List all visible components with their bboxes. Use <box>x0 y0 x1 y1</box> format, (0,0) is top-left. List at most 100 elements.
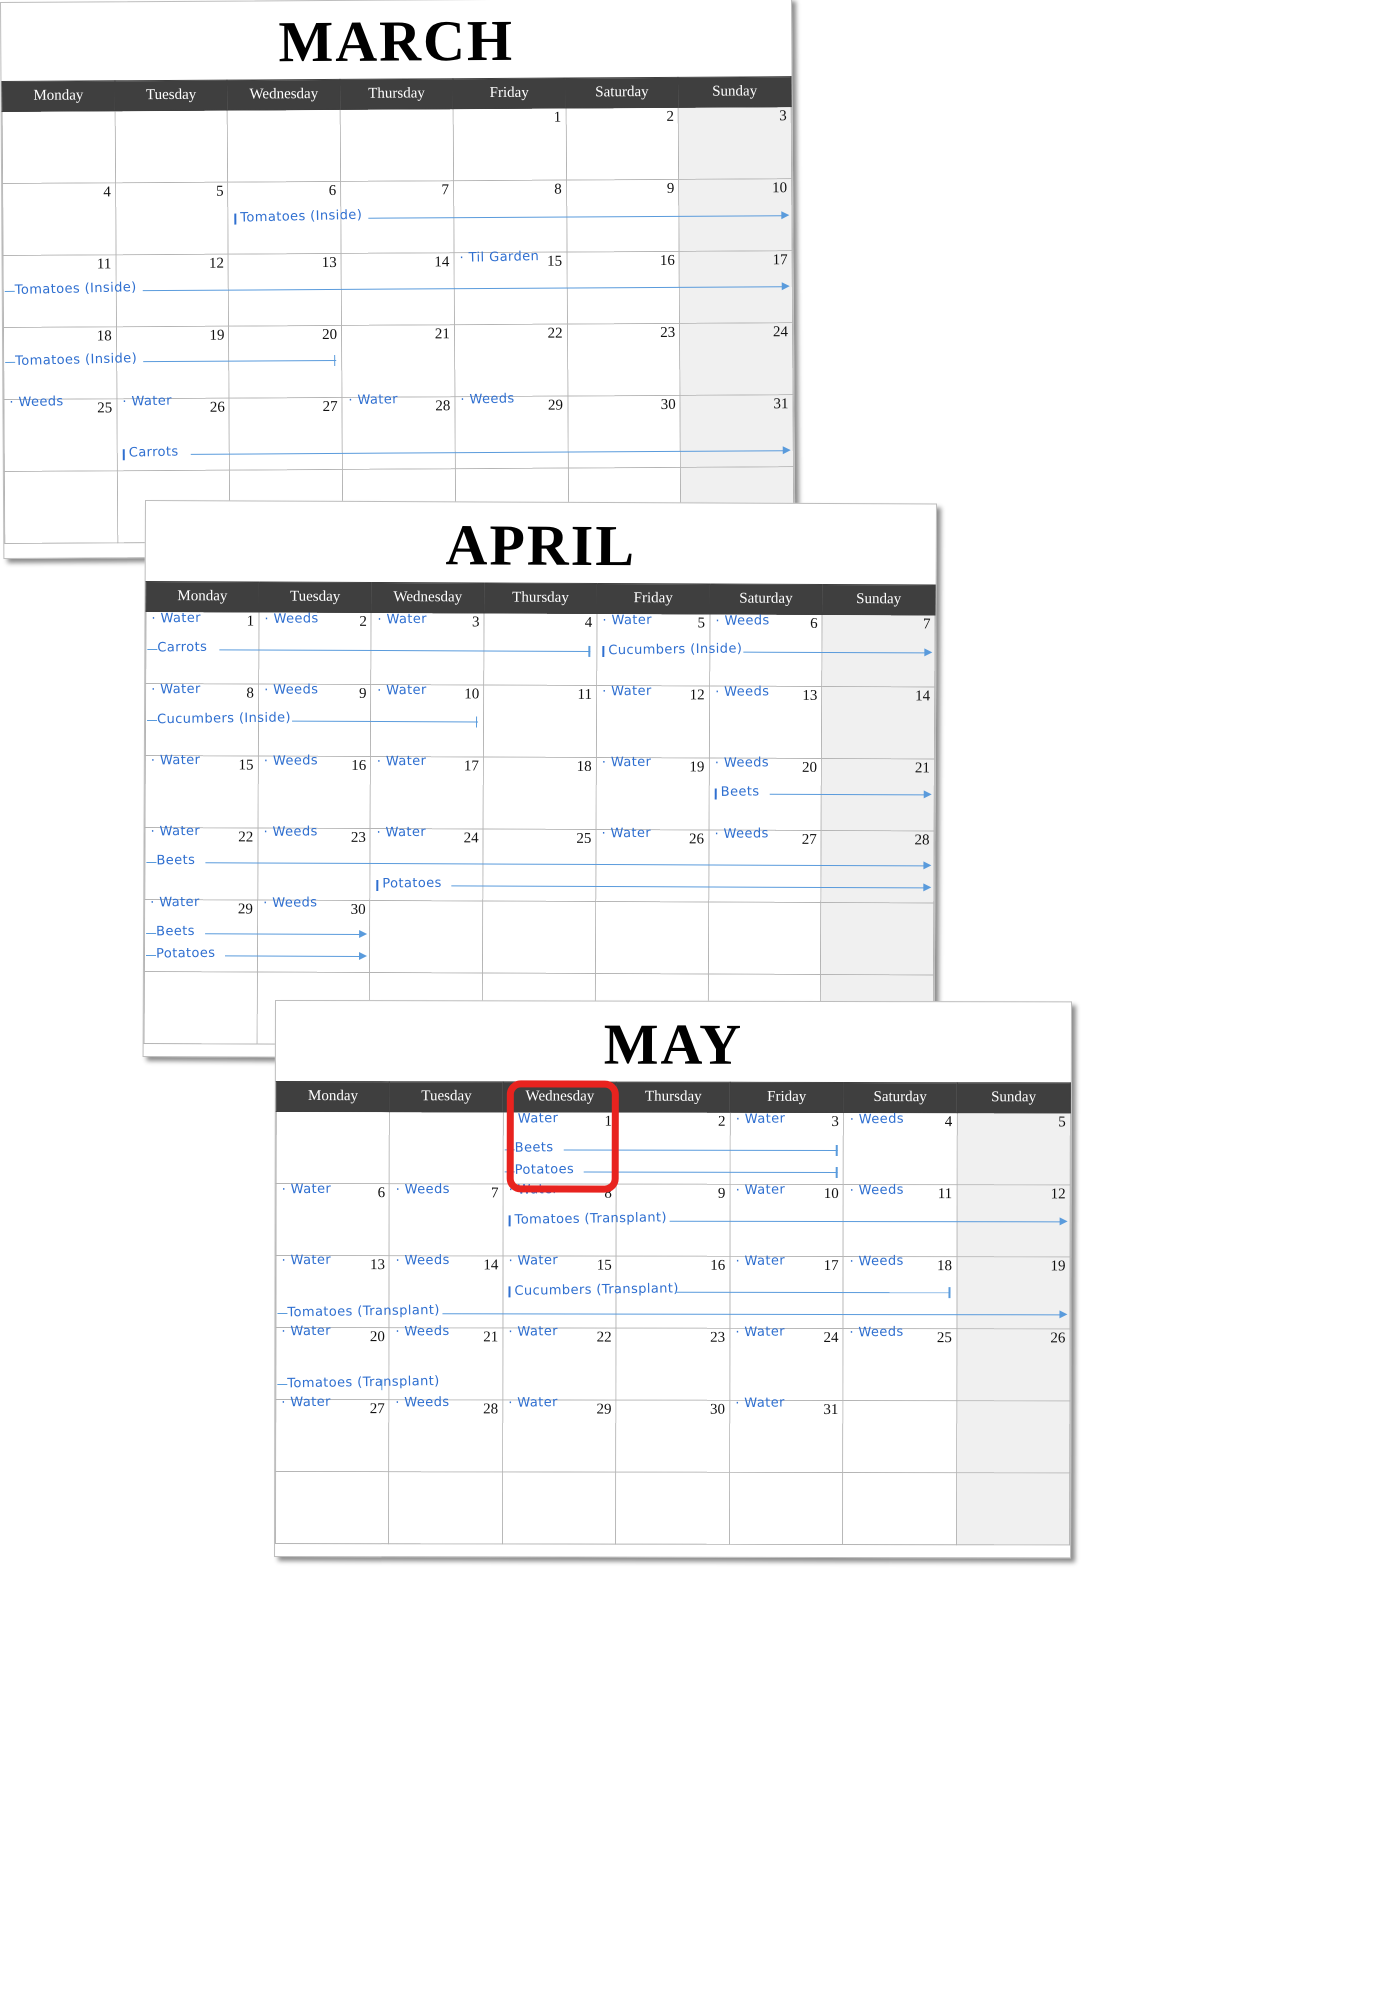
day-cell-16[interactable]: 16 <box>257 755 371 829</box>
day-cell-7[interactable]: 7 <box>821 614 936 687</box>
day-cell-empty[interactable] <box>729 1472 843 1545</box>
day-cell-22[interactable]: 22 <box>144 827 258 900</box>
day-cell-18[interactable]: 18 <box>3 326 117 400</box>
day-cell-3[interactable]: 3 <box>729 1112 844 1185</box>
day-cell-5[interactable]: 5 <box>115 182 229 255</box>
day-cell-22[interactable]: 22 <box>454 324 568 397</box>
day-cell-empty[interactable] <box>4 470 118 544</box>
day-cell-9[interactable]: 9 <box>566 179 680 253</box>
day-cell-10[interactable]: 10 <box>370 684 484 757</box>
day-cell-17[interactable]: 17 <box>729 1256 844 1329</box>
day-cell-empty[interactable] <box>615 1472 730 1545</box>
day-cell-8[interactable]: 8 <box>502 1183 617 1257</box>
day-cell-30[interactable]: 30 <box>257 899 371 973</box>
day-cell-28[interactable]: 28 <box>389 1399 503 1472</box>
day-cell-19[interactable]: 19 <box>116 326 230 399</box>
day-cell-27[interactable]: 27 <box>275 1399 390 1472</box>
day-cell-3[interactable]: 3 <box>371 612 485 685</box>
day-cell-30[interactable]: 30 <box>567 395 681 469</box>
day-cell-25[interactable]: 25 <box>482 828 596 902</box>
day-cell-6[interactable]: 6 <box>228 181 342 255</box>
day-cell-1[interactable]: 1 <box>145 611 259 684</box>
day-cell-empty[interactable] <box>502 1471 616 1545</box>
day-cell-23[interactable]: 23 <box>257 827 371 901</box>
day-cell-29[interactable]: 29 <box>502 1399 617 1473</box>
day-cell-24[interactable]: 24 <box>679 322 793 396</box>
day-cell-empty[interactable] <box>340 108 454 182</box>
day-cell-25[interactable]: 25 <box>3 398 118 472</box>
day-cell-30[interactable]: 30 <box>615 1400 730 1473</box>
day-cell-23[interactable]: 23 <box>566 323 681 397</box>
day-cell-21[interactable]: 21 <box>341 324 455 398</box>
day-cell-11[interactable]: 11 <box>3 254 117 328</box>
day-cell-20[interactable]: 20 <box>708 757 822 831</box>
day-cell-8[interactable]: 8 <box>453 180 567 253</box>
day-cell-empty[interactable] <box>707 901 821 975</box>
day-cell-26[interactable]: 26 <box>595 829 709 902</box>
day-cell-31[interactable]: 31 <box>680 394 794 468</box>
day-cell-7[interactable]: 7 <box>389 1183 504 1256</box>
day-cell-empty[interactable] <box>276 1111 390 1184</box>
day-cell-29[interactable]: 29 <box>144 899 258 972</box>
day-cell-empty[interactable] <box>389 1111 504 1184</box>
day-cell-26[interactable]: 26 <box>116 398 230 471</box>
day-cell-25[interactable]: 25 <box>842 1328 957 1401</box>
day-cell-12[interactable]: 12 <box>596 685 710 758</box>
day-cell-12[interactable]: 12 <box>956 1184 1071 1257</box>
day-cell-14[interactable]: 14 <box>389 1255 503 1328</box>
day-cell-15[interactable]: 15 <box>145 755 259 828</box>
day-cell-empty[interactable] <box>956 1400 1070 1473</box>
day-cell-empty[interactable] <box>227 109 341 183</box>
day-cell-empty[interactable] <box>275 1471 390 1544</box>
day-cell-4[interactable]: 4 <box>843 1112 957 1185</box>
day-cell-8[interactable]: 8 <box>145 683 259 756</box>
day-cell-11[interactable]: 11 <box>483 684 597 758</box>
day-cell-14[interactable]: 14 <box>821 686 935 759</box>
day-cell-17[interactable]: 17 <box>679 250 793 324</box>
day-cell-5[interactable]: 5 <box>956 1112 1071 1185</box>
day-cell-empty[interactable] <box>956 1472 1070 1545</box>
day-cell-2[interactable]: 2 <box>565 107 679 181</box>
day-cell-21[interactable]: 21 <box>389 1327 503 1400</box>
day-cell-16[interactable]: 16 <box>566 251 680 325</box>
day-cell-14[interactable]: 14 <box>341 252 455 326</box>
day-cell-empty[interactable] <box>388 1471 503 1544</box>
day-cell-18[interactable]: 18 <box>483 756 597 830</box>
day-cell-17[interactable]: 17 <box>370 756 484 829</box>
day-cell-20[interactable]: 20 <box>228 325 343 399</box>
day-cell-15[interactable]: 15 <box>502 1255 617 1329</box>
day-cell-16[interactable]: 16 <box>616 1256 730 1329</box>
day-cell-28[interactable]: 28 <box>820 830 935 903</box>
day-cell-7[interactable]: 7 <box>340 180 454 254</box>
day-cell-10[interactable]: 10 <box>729 1184 844 1257</box>
day-cell-15[interactable]: 15 <box>453 252 567 325</box>
day-cell-empty[interactable] <box>114 110 229 183</box>
day-cell-13[interactable]: 13 <box>275 1255 390 1328</box>
day-cell-23[interactable]: 23 <box>616 1328 730 1401</box>
day-cell-22[interactable]: 22 <box>502 1327 617 1401</box>
day-cell-13[interactable]: 13 <box>228 253 342 327</box>
day-cell-3[interactable]: 3 <box>678 106 792 180</box>
day-cell-26[interactable]: 26 <box>956 1328 1070 1401</box>
day-cell-29[interactable]: 29 <box>454 396 568 469</box>
day-cell-19[interactable]: 19 <box>956 1256 1071 1329</box>
day-cell-6[interactable]: 6 <box>276 1183 390 1256</box>
day-cell-2[interactable]: 2 <box>616 1112 730 1185</box>
day-cell-27[interactable]: 27 <box>229 397 343 471</box>
day-cell-13[interactable]: 13 <box>708 685 822 759</box>
day-cell-10[interactable]: 10 <box>678 178 793 252</box>
day-cell-5[interactable]: 5 <box>596 613 710 686</box>
day-cell-4[interactable]: 4 <box>2 182 116 256</box>
day-cell-19[interactable]: 19 <box>595 757 709 830</box>
day-cell-6[interactable]: 6 <box>709 613 823 687</box>
day-cell-24[interactable]: 24 <box>729 1328 844 1401</box>
day-cell-1[interactable]: 1 <box>452 108 567 181</box>
day-cell-empty[interactable] <box>842 1472 957 1545</box>
day-cell-9[interactable]: 9 <box>258 683 372 757</box>
day-cell-empty[interactable] <box>842 1400 957 1473</box>
day-cell-20[interactable]: 20 <box>275 1327 390 1400</box>
day-cell-31[interactable]: 31 <box>729 1400 843 1473</box>
day-cell-9[interactable]: 9 <box>616 1184 730 1257</box>
day-cell-28[interactable]: 28 <box>342 396 456 470</box>
day-cell-empty[interactable] <box>369 900 483 973</box>
